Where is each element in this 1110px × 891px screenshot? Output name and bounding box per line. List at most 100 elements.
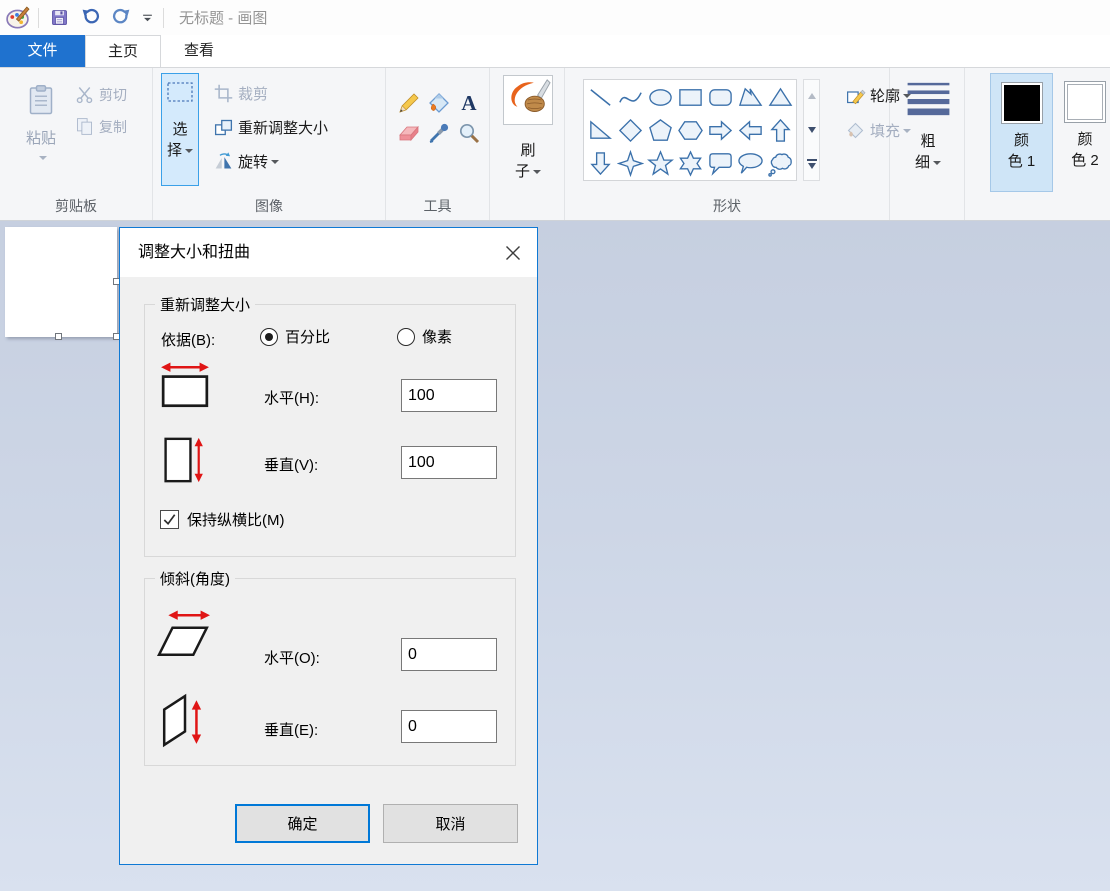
tab-view[interactable]: 查看 <box>161 35 237 67</box>
callout-oval-icon[interactable] <box>735 147 765 180</box>
rotate-icon <box>213 151 234 172</box>
resize-skew-dialog: 调整大小和扭曲 重新调整大小 依据(B): 百分比 像素 水平(H): <box>119 227 538 865</box>
triangle-icon[interactable] <box>765 81 795 114</box>
undo-icon[interactable] <box>80 7 101 28</box>
skew-horizontal-input[interactable] <box>401 638 497 671</box>
star6-icon[interactable] <box>675 147 705 180</box>
copy-pages-icon <box>74 116 95 137</box>
drawing-canvas[interactable] <box>5 227 117 337</box>
keep-aspect-checkbox-row[interactable]: 保持纵横比(M) <box>160 509 285 530</box>
star5-icon[interactable] <box>645 147 675 180</box>
color2-swatch <box>1067 84 1103 120</box>
qat-dropdown-icon[interactable] <box>140 10 155 25</box>
rectangle-icon[interactable] <box>675 81 705 114</box>
arrow-left-icon[interactable] <box>735 114 765 147</box>
pencil-icon[interactable] <box>397 91 421 115</box>
size-button[interactable]: 粗 细 <box>902 78 954 173</box>
radio-percent[interactable]: 百分比 <box>260 326 330 347</box>
image-group-label: 图像 <box>153 196 385 216</box>
cut-scissors-icon <box>74 84 95 105</box>
skew-vertical-label: 垂直(E): <box>264 719 318 740</box>
color2-label-line2: 色 2 <box>1071 152 1099 169</box>
close-icon[interactable] <box>501 241 525 265</box>
color1-label-line1: 颜 <box>1014 132 1029 149</box>
copy-button[interactable]: 复制 <box>74 116 127 137</box>
shapes-more-button[interactable] <box>804 152 819 176</box>
resize-vertical-input[interactable] <box>401 446 497 479</box>
fill-icon[interactable] <box>427 91 451 115</box>
crop-button[interactable]: 裁剪 <box>213 83 268 104</box>
keep-aspect-checkbox[interactable] <box>160 510 179 529</box>
diamond-icon[interactable] <box>615 114 645 147</box>
shapes-scroll-down-button[interactable] <box>804 118 819 142</box>
callout-cloud-icon[interactable] <box>765 147 795 180</box>
resize-image-icon <box>213 117 234 138</box>
rotate-button[interactable]: 旋转 <box>213 151 279 172</box>
shapes-scrollbar <box>803 79 820 181</box>
tab-file[interactable]: 文件 <box>0 35 85 67</box>
rounded-rectangle-icon[interactable] <box>705 81 735 114</box>
resize-horizontal-input[interactable] <box>401 379 497 412</box>
radio-percent-label: 百分比 <box>285 326 330 347</box>
color1-swatch <box>1004 85 1040 121</box>
group-colors: 颜 色 1 颜 色 2 <box>965 68 1110 220</box>
resize-horizontal-icon <box>159 361 211 413</box>
save-icon[interactable] <box>49 7 70 28</box>
skew-horizontal-label: 水平(O): <box>264 647 320 668</box>
arrow-up-icon[interactable] <box>765 114 795 147</box>
arrow-right-icon[interactable] <box>705 114 735 147</box>
cut-button[interactable]: 剪切 <box>74 84 127 105</box>
color1-swatch-frame <box>1001 82 1043 124</box>
color1-button[interactable]: 颜 色 1 <box>990 73 1053 192</box>
tab-home[interactable]: 主页 <box>85 35 161 67</box>
ribbon: 粘贴 剪切 复制 剪贴板 选 择 裁剪 <box>0 68 1110 221</box>
group-tools: A 工具 <box>386 68 490 220</box>
star4-icon[interactable] <box>615 147 645 180</box>
selection-rectangle-icon <box>165 80 195 104</box>
size-label-line1: 粗 <box>920 133 935 150</box>
rotate-label: 旋转 <box>238 151 268 172</box>
brush-icon <box>503 75 553 125</box>
arrow-down-icon[interactable] <box>585 147 615 180</box>
cancel-button[interactable]: 取消 <box>383 804 518 843</box>
keep-aspect-label: 保持纵横比(M) <box>187 509 285 530</box>
copy-label: 复制 <box>99 117 127 137</box>
ellipse-icon[interactable] <box>645 81 675 114</box>
group-clipboard: 粘贴 剪切 复制 剪贴板 <box>0 68 153 220</box>
right-triangle-icon[interactable] <box>585 114 615 147</box>
polygon-icon[interactable] <box>735 81 765 114</box>
picker-icon[interactable] <box>427 121 451 145</box>
line-icon[interactable] <box>585 81 615 114</box>
paste-button[interactable]: 粘贴 <box>10 74 72 192</box>
shapes-scroll-up-button[interactable] <box>804 84 819 108</box>
skew-vertical-input[interactable] <box>401 710 497 743</box>
brushes-button[interactable]: 刷 子 <box>502 75 554 182</box>
color2-button[interactable]: 颜 色 2 <box>1059 73 1110 192</box>
brushes-label-line2: 子 <box>515 163 530 180</box>
cut-label: 剪切 <box>99 85 127 105</box>
hexagon-icon[interactable] <box>675 114 705 147</box>
callout-rounded-icon[interactable] <box>705 147 735 180</box>
text-icon[interactable]: A <box>457 91 481 115</box>
paint-window: 无标题 - 画图 文件 主页 查看 粘贴 剪切 复制 剪贴板 <box>0 0 1110 891</box>
eraser-icon[interactable] <box>397 121 421 145</box>
select-button[interactable]: 选 择 <box>161 73 199 186</box>
curve-icon[interactable] <box>615 81 645 114</box>
resize-group-legend: 重新调整大小 <box>155 294 255 315</box>
ribbon-tabs: 文件 主页 查看 <box>0 35 1110 68</box>
radio-pixels-circle[interactable] <box>397 328 415 346</box>
pentagon-icon[interactable] <box>645 114 675 147</box>
skew-horizontal-icon <box>155 609 215 661</box>
resize-button[interactable]: 重新调整大小 <box>213 117 328 138</box>
redo-icon[interactable] <box>111 7 132 28</box>
canvas-resize-handle-bottom[interactable] <box>55 333 62 340</box>
ok-button[interactable]: 确定 <box>235 804 370 843</box>
select-dropdown-caret <box>185 149 193 153</box>
radio-pixels[interactable]: 像素 <box>397 326 452 347</box>
radio-percent-circle[interactable] <box>260 328 278 346</box>
triangle-down-icon <box>808 163 816 169</box>
resize-vertical-icon <box>161 431 207 489</box>
magnifier-icon[interactable] <box>457 121 481 145</box>
radio-pixels-label: 像素 <box>422 326 452 347</box>
size-label-line2: 细 <box>915 154 930 171</box>
